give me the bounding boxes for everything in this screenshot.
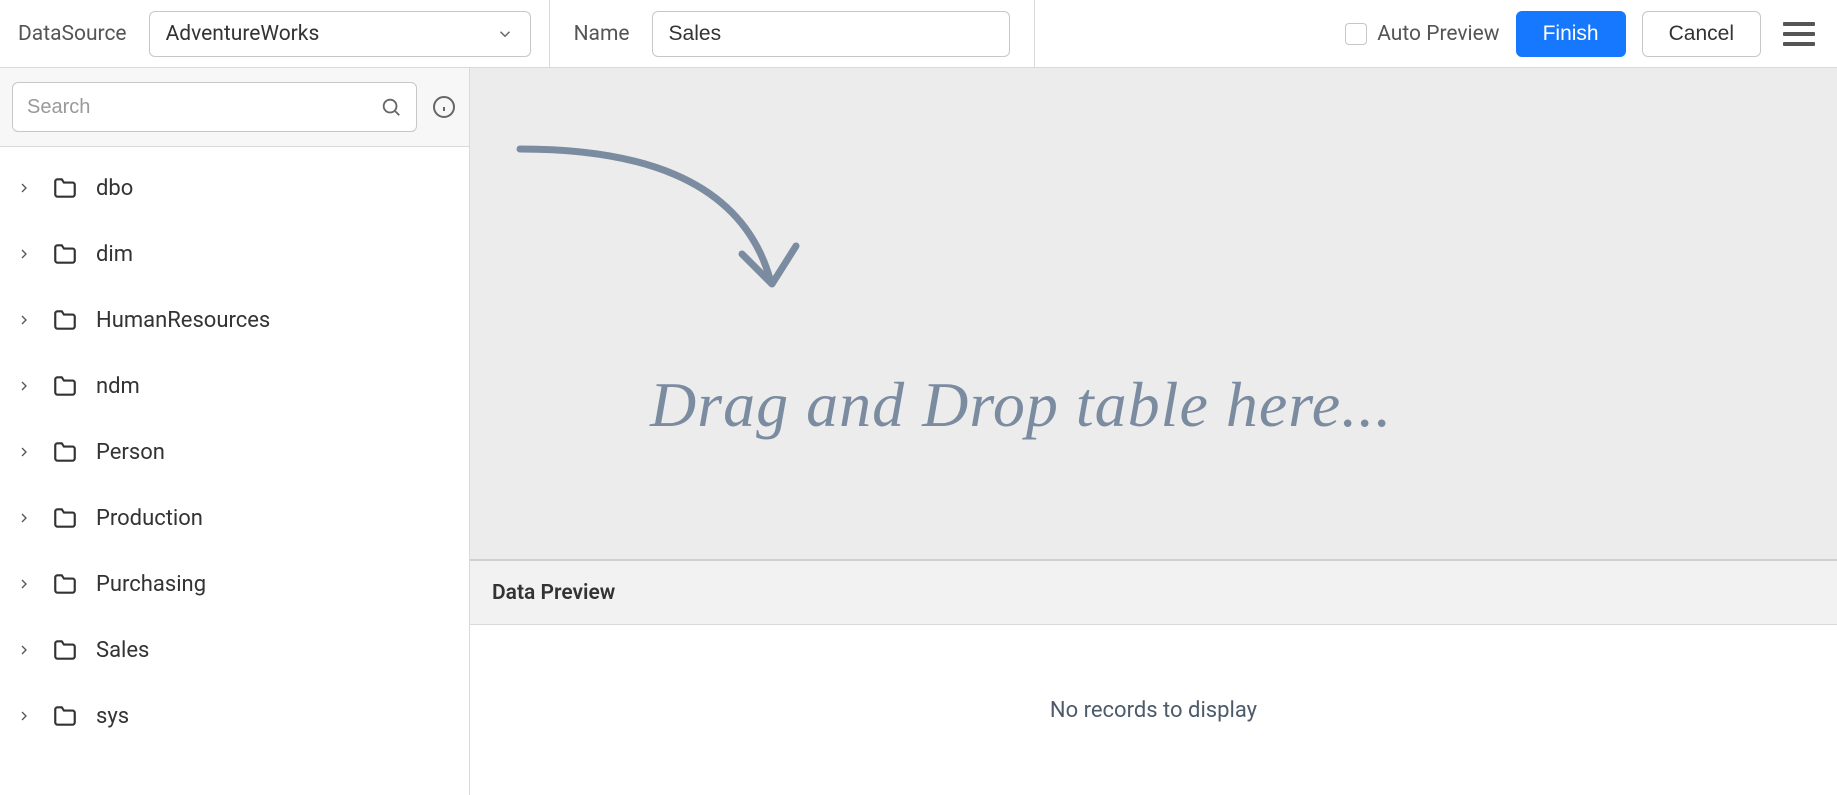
checkbox-box-icon [1345,23,1367,45]
search-box[interactable] [12,82,417,132]
tree-item-label: dim [96,242,133,267]
datasource-group: DataSource AdventureWorks [0,0,550,67]
folder-icon [52,505,78,531]
tree-item[interactable]: Purchasing [0,551,469,617]
chevron-right-icon [16,576,34,592]
datasource-dropdown[interactable]: AdventureWorks [149,11,531,57]
tree-item[interactable]: Production [0,485,469,551]
folder-icon [52,175,78,201]
folder-icon [52,637,78,663]
chevron-right-icon [16,246,34,262]
main-panel: Drag and Drop table here... Data Preview… [470,68,1837,795]
folder-icon [52,703,78,729]
drop-arrow-icon [510,134,800,309]
preview-header: Data Preview [470,561,1837,625]
folder-icon [52,241,78,267]
chevron-right-icon [16,708,34,724]
auto-preview-label: Auto Preview [1377,22,1499,46]
info-button[interactable] [431,94,457,120]
drop-hint-text: Drag and Drop table here... [650,368,1392,442]
tree-item-label: dbo [96,176,133,201]
chevron-right-icon [16,312,34,328]
name-group: Name [550,0,1035,67]
tree-item-label: Production [96,506,203,531]
chevron-down-icon [496,25,514,43]
folder-icon [52,307,78,333]
info-icon [432,95,456,119]
search-row [0,68,469,147]
folder-icon [52,373,78,399]
name-label: Name [574,22,630,46]
folder-icon [52,439,78,465]
tree-item[interactable]: Sales [0,617,469,683]
chevron-right-icon [16,444,34,460]
name-input[interactable] [652,11,1010,57]
menu-icon[interactable] [1783,18,1815,50]
tree-item-label: ndm [96,374,140,399]
tree-item-label: sys [96,704,129,729]
preview-empty-state: No records to display [470,625,1837,795]
chevron-right-icon [16,642,34,658]
cancel-button[interactable]: Cancel [1642,11,1761,57]
schema-tree: dbo dim HumanResources ndm Person [0,147,469,757]
tree-item-label: Person [96,440,165,465]
content-area: dbo dim HumanResources ndm Person [0,68,1837,795]
datasource-value: AdventureWorks [166,22,320,46]
finish-button[interactable]: Finish [1516,11,1626,57]
toolbar: DataSource AdventureWorks Name Auto Prev… [0,0,1837,68]
search-icon [380,96,402,118]
datasource-label: DataSource [18,22,127,46]
chevron-right-icon [16,180,34,196]
tree-item[interactable]: ndm [0,353,469,419]
folder-icon [52,571,78,597]
chevron-right-icon [16,510,34,526]
tree-item-label: HumanResources [96,308,270,333]
search-input[interactable] [27,96,380,119]
tree-item[interactable]: Person [0,419,469,485]
tree-item-label: Purchasing [96,572,206,597]
actions-group: Auto Preview Finish Cancel [1327,0,1837,67]
sidebar: dbo dim HumanResources ndm Person [0,68,470,795]
tree-item-label: Sales [96,638,149,663]
drop-zone[interactable]: Drag and Drop table here... [470,68,1837,561]
chevron-right-icon [16,378,34,394]
tree-item[interactable]: dim [0,221,469,287]
tree-item[interactable]: sys [0,683,469,749]
tree-item[interactable]: dbo [0,155,469,221]
tree-item[interactable]: HumanResources [0,287,469,353]
auto-preview-checkbox[interactable]: Auto Preview [1345,22,1499,46]
